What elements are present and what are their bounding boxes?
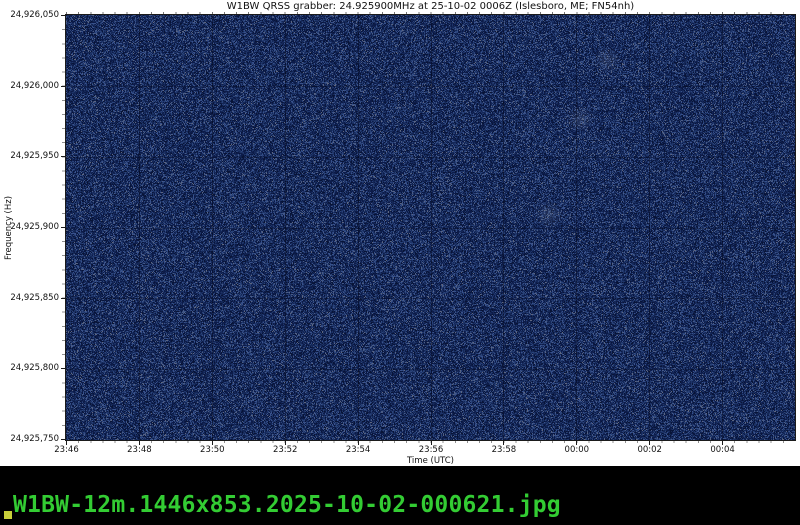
y-tick-label: 24,925,900 <box>0 223 59 232</box>
spectrogram-noise-canvas <box>66 15 795 440</box>
y-tick-mark <box>61 298 66 299</box>
x-tick-label: 23:48 <box>117 446 161 455</box>
y-tick-label: 24,926,050 <box>0 11 59 20</box>
y-tick-mark <box>61 227 66 228</box>
y-tick-label: 24,925,750 <box>0 435 59 444</box>
y-tick-mark <box>61 156 66 157</box>
qrss-grabber-screenshot: W1BW QRSS grabber: 24.925900MHz at 25-10… <box>0 0 800 525</box>
y-tick-mark <box>61 15 66 16</box>
x-axis-label: Time (UTC) <box>66 456 795 466</box>
x-tick-label: 23:58 <box>482 446 526 455</box>
y-tick-label: 24,926,000 <box>0 82 59 91</box>
y-tick-mark <box>61 86 66 87</box>
x-tick-label: 23:54 <box>336 446 380 455</box>
y-tick-mark <box>61 439 66 440</box>
status-bar: W1BW-12m.1446x853.2025-10-02-000621.jpg <box>0 466 800 525</box>
cursor-block-icon <box>4 511 12 519</box>
x-tick-label: 23:50 <box>190 446 234 455</box>
y-tick-label: 24,925,800 <box>0 364 59 373</box>
y-tick-label: 24,925,850 <box>0 294 59 303</box>
x-tick-label: 00:02 <box>628 446 672 455</box>
y-tick-mark <box>61 368 66 369</box>
spectrogram-plot <box>66 15 795 440</box>
x-tick-label: 00:00 <box>555 446 599 455</box>
x-tick-label: 23:46 <box>45 446 89 455</box>
y-tick-label: 24,925,950 <box>0 152 59 161</box>
x-tick-label: 23:52 <box>263 446 307 455</box>
x-tick-label: 00:04 <box>701 446 745 455</box>
x-tick-label: 23:56 <box>409 446 453 455</box>
status-filename: W1BW-12m.1446x853.2025-10-02-000621.jpg <box>13 493 561 517</box>
